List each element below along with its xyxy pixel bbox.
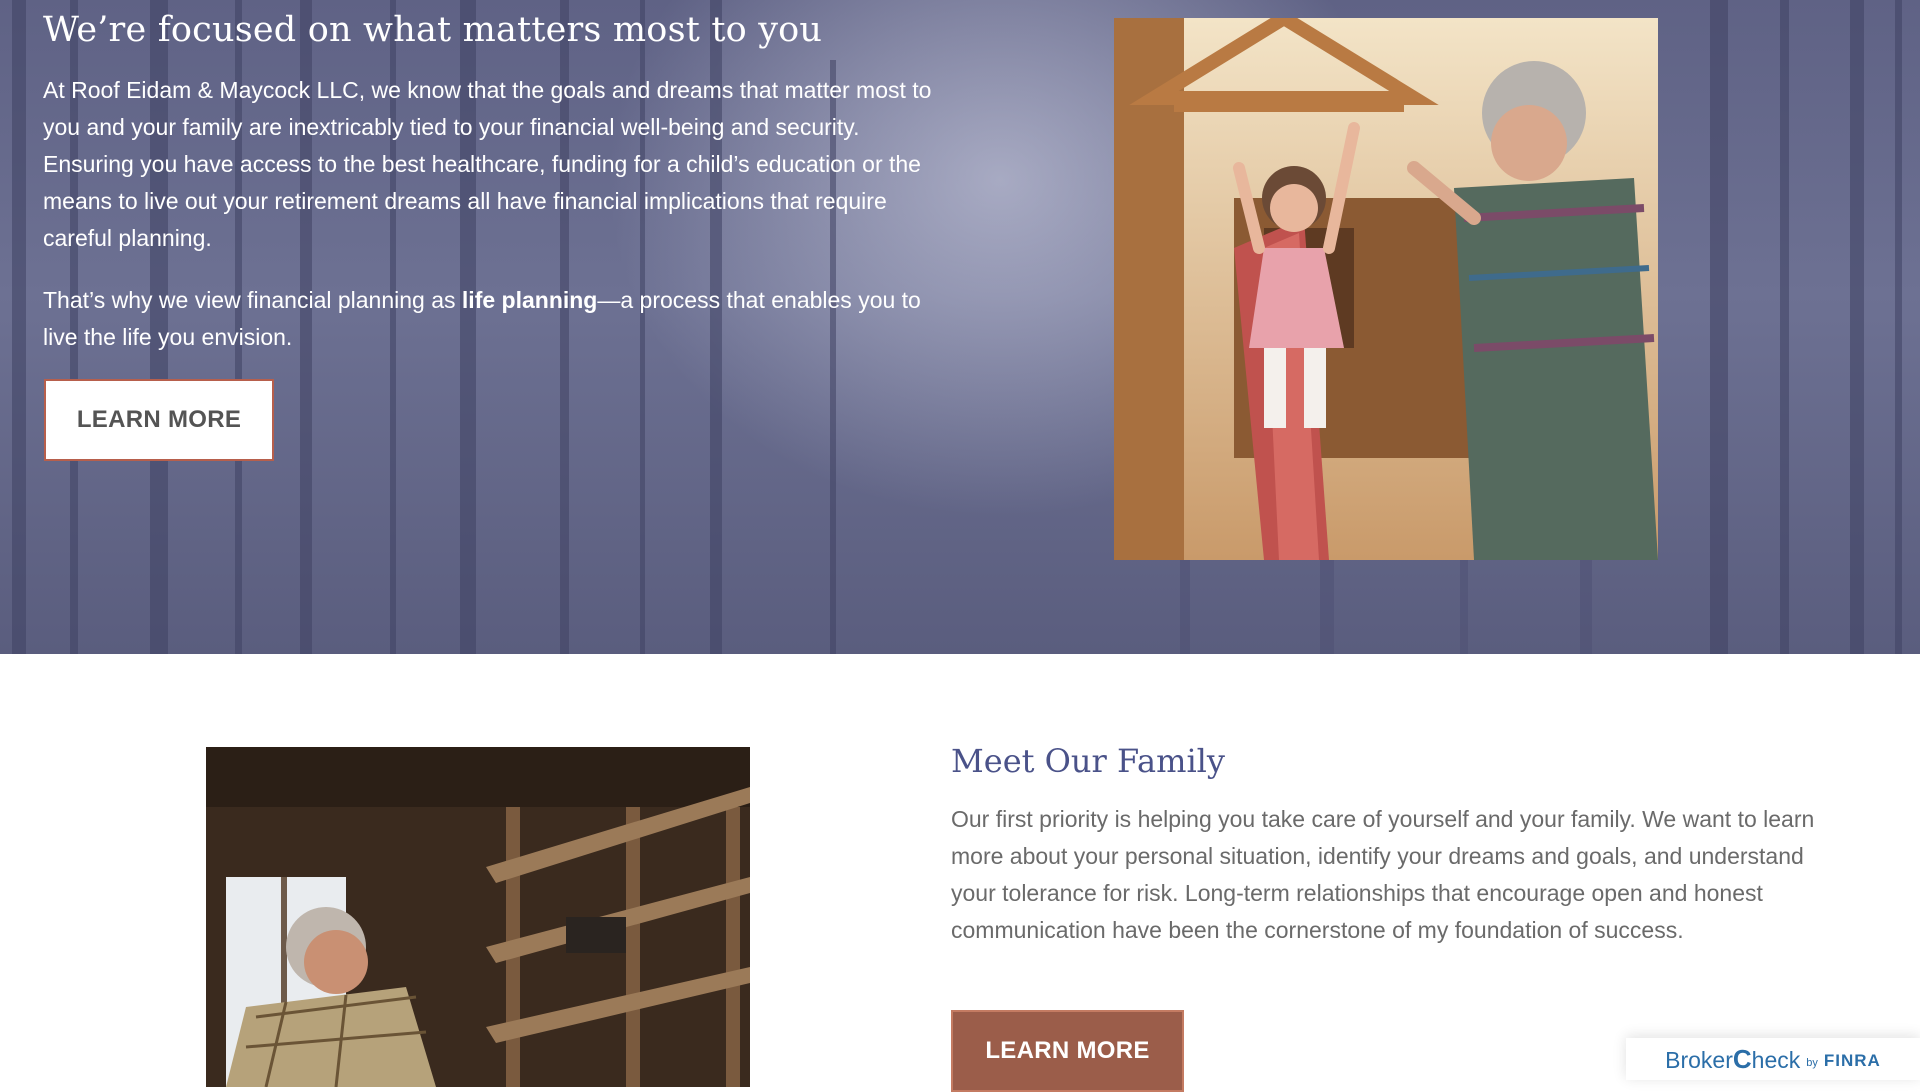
brokercheck-logo: BrokerCheck bbox=[1665, 1044, 1800, 1075]
brokercheck-c: C bbox=[1732, 1043, 1752, 1074]
meet-our-family-title: Meet Our Family bbox=[951, 742, 1225, 780]
hero-paragraph: At Roof Eidam & Maycock LLC, we know tha… bbox=[43, 77, 932, 251]
life-planning-emphasis: life planning bbox=[461, 287, 598, 313]
girl-on-slide-photo bbox=[1114, 18, 1658, 560]
man-in-workshop-photo bbox=[206, 747, 750, 1087]
brokercheck-heck: heck bbox=[1751, 1046, 1801, 1073]
brokercheck-badge[interactable]: BrokerCheck by FINRA bbox=[1626, 1038, 1920, 1080]
hero-paragraph2-lead: That’s why we view financial planning as bbox=[43, 287, 462, 313]
hero-title: We’re focused on what matters most to yo… bbox=[43, 10, 823, 50]
brokercheck-by: by bbox=[1806, 1057, 1818, 1069]
hero-section: We’re focused on what matters most to yo… bbox=[0, 0, 1920, 654]
finra-logo: FINRA bbox=[1823, 1051, 1881, 1070]
learn-more-button-hero[interactable]: LEARN MORE bbox=[44, 379, 274, 461]
brokercheck-broker: Broker bbox=[1665, 1046, 1733, 1073]
hero-paragraph-life-planning: That’s why we view financial planning as… bbox=[43, 282, 933, 356]
family-paragraph: Our first priority is helping you take c… bbox=[951, 806, 1815, 943]
